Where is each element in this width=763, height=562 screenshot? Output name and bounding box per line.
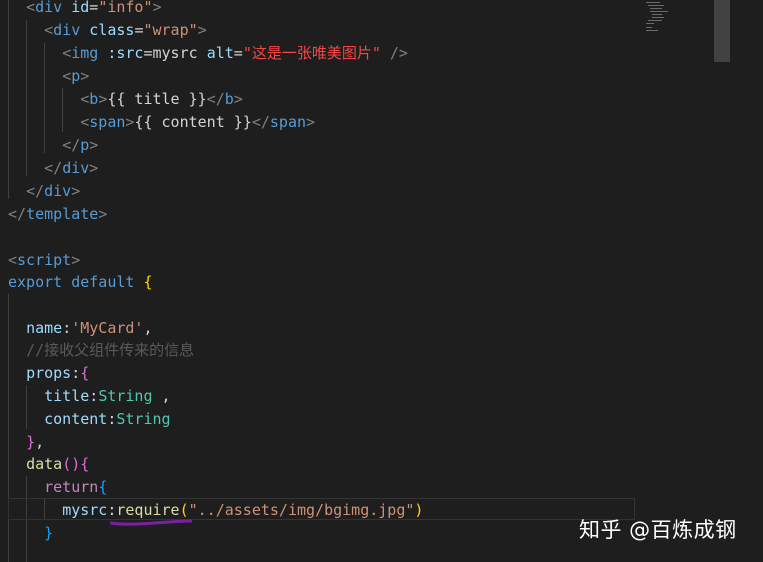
code-token: "info" — [98, 0, 153, 16]
code-line[interactable]: <img :src=mysrc alt="这是一张唯美图片" /> — [8, 42, 408, 65]
code-token: data — [26, 455, 63, 473]
code-token: name — [26, 319, 63, 337]
code-token: return — [44, 478, 99, 496]
code-token: 'MyCard' — [71, 319, 144, 337]
code-line[interactable]: <p> — [8, 65, 89, 88]
code-token: "wrap" — [143, 21, 198, 39]
code-token: script — [17, 251, 72, 269]
code-token: div — [53, 21, 81, 39]
code-token: class — [89, 21, 135, 39]
code-line[interactable]: } — [8, 522, 53, 545]
code-token: "../assets/img/bgimg.jpg" — [188, 501, 415, 519]
code-line[interactable]: return{ — [8, 476, 107, 499]
code-line[interactable]: }, — [8, 431, 44, 454]
code-line[interactable]: </p> — [8, 134, 98, 157]
code-token: :src — [107, 44, 144, 62]
code-token: span — [89, 113, 126, 131]
code-line[interactable]: props:{ — [8, 362, 89, 385]
code-line[interactable]: <div class="wrap"> — [8, 19, 207, 42]
code-token: b — [224, 90, 234, 108]
code-token: div — [44, 182, 72, 200]
code-line[interactable]: </div> — [8, 180, 80, 203]
code-token: export — [8, 273, 63, 291]
code-comment: //接收父组件传来的信息 — [26, 341, 195, 359]
code-line[interactable]: </div> — [8, 157, 98, 180]
code-line[interactable]: name:'MyCard', — [8, 317, 152, 340]
code-line[interactable]: mysrc:require("../assets/img/bgimg.jpg") — [8, 499, 423, 522]
code-token: div — [35, 0, 63, 16]
code-token: props — [26, 364, 72, 382]
code-token: template — [26, 205, 99, 223]
code-token: {{ title }} — [107, 90, 207, 108]
code-line[interactable]: export default { — [8, 271, 153, 294]
code-token: b — [89, 90, 99, 108]
code-line[interactable]: <script> — [8, 249, 80, 272]
code-token: img — [71, 44, 99, 62]
code-token: require — [116, 501, 180, 519]
code-token: String — [116, 410, 171, 428]
code-line[interactable]: //接收父组件传来的信息 — [8, 339, 194, 362]
code-token: title — [44, 387, 90, 405]
minimap[interactable] — [644, 0, 704, 40]
code-token: mysrc — [62, 501, 108, 519]
code-line[interactable]: <div id="info"> — [8, 0, 161, 19]
code-line[interactable]: content:String — [8, 408, 171, 431]
code-token: span — [269, 113, 307, 131]
code-editor[interactable]: <div id="info"> <div class="wrap"> <img … — [0, 0, 763, 562]
code-token: mysrc — [152, 44, 198, 62]
code-token: String — [98, 387, 153, 405]
code-line[interactable]: <span>{{ content }}</span> — [8, 111, 315, 134]
scrollbar-thumb[interactable] — [714, 0, 730, 62]
code-token: p — [71, 67, 81, 85]
code-token: alt — [206, 44, 234, 62]
code-token: "这是一张唯美图片" — [242, 44, 381, 62]
code-line[interactable]: </template> — [8, 203, 107, 226]
code-token: id — [71, 0, 90, 16]
code-token: div — [62, 159, 90, 177]
vertical-scrollbar[interactable] — [714, 0, 730, 562]
watermark-text: 知乎 @百炼成钢 — [579, 518, 737, 542]
code-line[interactable]: title:String , — [8, 385, 170, 408]
code-token: default — [71, 273, 135, 291]
underline-annotation — [110, 519, 192, 526]
code-token: content — [44, 410, 108, 428]
code-line[interactable]: data(){ — [8, 453, 89, 476]
code-line[interactable]: <b>{{ title }}</b> — [8, 88, 243, 111]
code-token: {{ content }} — [134, 113, 252, 131]
code-token: p — [80, 136, 90, 154]
